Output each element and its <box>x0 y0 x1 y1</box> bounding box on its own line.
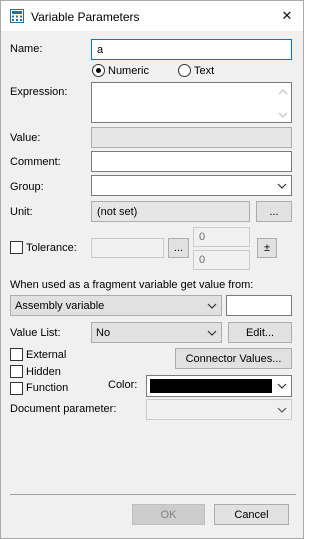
function-label[interactable]: Function <box>26 382 68 394</box>
variable-parameters-dialog: Variable Parameters ✕ Name: a Numeric Te… <box>0 0 304 539</box>
value-label: Value: <box>10 132 41 144</box>
calculator-icon <box>10 9 24 23</box>
fragment-source-combobox[interactable]: Assembly variable <box>10 295 222 316</box>
color-label: Color: <box>108 379 138 391</box>
document-parameter-combobox[interactable] <box>146 399 292 420</box>
tolerance-lower-input[interactable]: 0 <box>193 250 250 270</box>
chevron-down-icon <box>277 182 287 190</box>
unit-value: (not set) <box>97 205 138 218</box>
tolerance-checkbox[interactable] <box>10 241 23 254</box>
document-parameter-label: Document parameter: <box>10 403 117 415</box>
comment-input[interactable] <box>91 151 292 172</box>
radio-selected-dot <box>96 68 101 73</box>
close-icon[interactable]: ✕ <box>275 6 299 26</box>
value-readonly-field <box>91 127 292 148</box>
external-label[interactable]: External <box>26 349 66 361</box>
ok-button[interactable]: OK <box>132 504 205 525</box>
plus-minus-button[interactable]: ± <box>257 238 277 258</box>
tolerance-input[interactable] <box>91 238 164 258</box>
comment-label: Comment: <box>10 156 61 168</box>
separator <box>10 494 296 495</box>
tolerance-lower-value: 0 <box>199 254 206 266</box>
external-checkbox[interactable] <box>10 348 23 361</box>
name-value: a <box>97 43 104 56</box>
scroll-down-icon[interactable] <box>278 110 288 118</box>
cancel-button[interactable]: Cancel <box>214 504 289 525</box>
value-list-label: Value List: <box>10 327 61 339</box>
edit-value-list-button[interactable]: Edit... <box>228 322 292 343</box>
hidden-label[interactable]: Hidden <box>26 366 61 378</box>
title-bar: Variable Parameters ✕ <box>1 1 303 31</box>
tolerance-upper-value: 0 <box>199 231 206 243</box>
tolerance-upper-input[interactable]: 0 <box>193 227 250 247</box>
numeric-radio-label[interactable]: Numeric <box>108 65 149 77</box>
hidden-checkbox[interactable] <box>10 365 23 378</box>
group-label: Group: <box>10 181 44 193</box>
name-label: Name: <box>10 43 43 55</box>
color-swatch <box>150 379 272 393</box>
chevron-down-icon <box>207 329 217 337</box>
chevron-down-icon <box>277 406 287 414</box>
scroll-up-icon[interactable] <box>278 87 288 95</box>
text-radio-label[interactable]: Text <box>194 65 214 77</box>
color-combobox[interactable] <box>146 375 292 397</box>
unit-label: Unit: <box>10 206 33 218</box>
text-radio[interactable] <box>178 64 191 77</box>
function-checkbox[interactable] <box>10 382 23 395</box>
value-list-combobox[interactable]: No <box>91 322 222 343</box>
window-title: Variable Parameters <box>31 10 140 24</box>
numeric-radio[interactable] <box>92 64 105 77</box>
chevron-down-icon <box>277 382 287 390</box>
connector-values-button[interactable]: Connector Values... <box>175 348 292 369</box>
unit-browse-button[interactable]: ... <box>256 201 292 222</box>
value-list-value: No <box>96 326 111 339</box>
tolerance-label[interactable]: Tolerance: <box>26 242 77 254</box>
fragment-label: When used as a fragment variable get val… <box>10 279 254 291</box>
expression-textarea[interactable] <box>91 82 292 123</box>
unit-field: (not set) <box>91 201 250 222</box>
fragment-value-input[interactable] <box>226 295 292 316</box>
name-input[interactable]: a <box>91 39 292 60</box>
expression-label: Expression: <box>10 86 68 98</box>
group-combobox[interactable] <box>91 175 292 196</box>
chevron-down-icon <box>207 302 217 310</box>
tolerance-browse-button[interactable]: ... <box>168 238 189 258</box>
fragment-source-value: Assembly variable <box>15 299 105 312</box>
